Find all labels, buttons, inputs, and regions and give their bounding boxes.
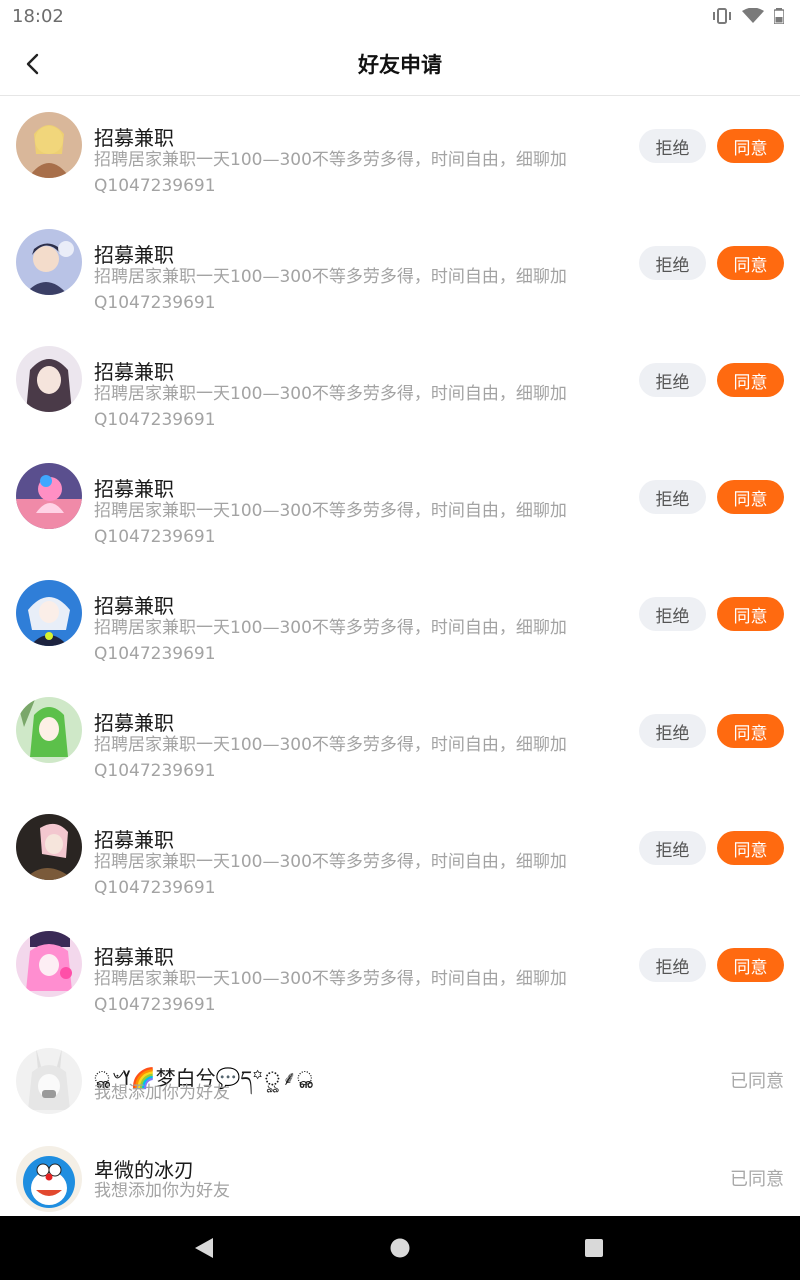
avatar[interactable]	[16, 931, 82, 997]
request-message: 招聘居家兼职一天100—300不等多劳多得，时间自由，细聊加Q104723969…	[94, 618, 567, 664]
chevron-left-icon	[26, 53, 39, 75]
avatar[interactable]	[16, 112, 82, 178]
request-message: 招聘居家兼职一天100—300不等多劳多得，时间自由，细聊加Q104723969…	[94, 735, 567, 781]
status-time: 18:02	[12, 5, 64, 27]
avatar[interactable]	[16, 229, 82, 295]
reject-button[interactable]: 拒绝	[639, 714, 706, 748]
request-message: 我想添加你为好友	[94, 1083, 230, 1103]
request-message: 招聘居家兼职一天100—300不等多劳多得，时间自由，细聊加Q104723969…	[94, 852, 567, 898]
status-bar: 18:02	[0, 0, 800, 32]
reject-button[interactable]: 拒绝	[639, 246, 706, 280]
accept-button[interactable]: 同意	[717, 246, 784, 280]
accept-button[interactable]: 同意	[717, 363, 784, 397]
square-recents-icon	[585, 1239, 603, 1257]
request-message: 招聘居家兼职一天100—300不等多劳多得，时间自由，细聊加Q104723969…	[94, 267, 567, 313]
avatar[interactable]	[16, 580, 82, 646]
friend-request-item: 招募兼职 招聘居家兼职一天100—300不等多劳多得，时间自由，细聊加Q1047…	[0, 447, 800, 564]
friend-request-item: 招募兼职 招聘居家兼职一天100—300不等多劳多得，时间自由，细聊加Q1047…	[0, 213, 800, 330]
page-title: 好友申请	[358, 52, 442, 77]
request-message: 我想添加你为好友	[94, 1181, 230, 1201]
friend-request-item: 招募兼职 招聘居家兼职一天100—300不等多劳多得，时间自由，细聊加Q1047…	[0, 330, 800, 447]
friend-request-item: 招募兼职 招聘居家兼职一天100—300不等多劳多得，时间自由，细聊加Q1047…	[0, 681, 800, 798]
accept-button[interactable]: 同意	[717, 129, 784, 163]
avatar[interactable]	[16, 1146, 82, 1212]
request-message: 招聘居家兼职一天100—300不等多劳多得，时间自由，细聊加Q104723969…	[94, 384, 567, 430]
reject-button[interactable]: 拒绝	[639, 363, 706, 397]
app-header: 好友申请	[0, 32, 800, 96]
request-message: 招聘居家兼职一天100—300不等多劳多得，时间自由，细聊加Q104723969…	[94, 150, 567, 196]
status-icons	[712, 8, 784, 24]
reject-button[interactable]: 拒绝	[639, 129, 706, 163]
reject-button[interactable]: 拒绝	[639, 597, 706, 631]
friend-request-item: 招募兼职 招聘居家兼职一天100—300不等多劳多得，时间自由，细聊加Q1047…	[0, 564, 800, 681]
friend-request-item-accepted: 卑微的冰刃 我想添加你为好友 已同意	[0, 1130, 800, 1216]
friend-request-list: 招募兼职 招聘居家兼职一天100—300不等多劳多得，时间自由，细聊加Q1047…	[0, 96, 800, 1216]
avatar[interactable]	[16, 1048, 82, 1114]
accepted-status: 已同意	[730, 1071, 784, 1092]
request-message: 招聘居家兼职一天100—300不等多劳多得，时间自由，细聊加Q104723969…	[94, 501, 567, 547]
friend-request-item-accepted: ൢ৺ߌ🌈梦白兮💬ད꙳ৣ⸙ൢ 我想添加你为好友 已同意	[0, 1032, 800, 1130]
accepted-status: 已同意	[730, 1169, 784, 1190]
friend-request-item: 招募兼职 招聘居家兼职一天100—300不等多劳多得，时间自由，细聊加Q1047…	[0, 798, 800, 915]
accept-button[interactable]: 同意	[717, 831, 784, 865]
friend-request-item: 招募兼职 招聘居家兼职一天100—300不等多劳多得，时间自由，细聊加Q1047…	[0, 96, 800, 213]
vibrate-icon	[713, 8, 731, 24]
battery-icon	[774, 8, 784, 24]
nav-back-button[interactable]	[190, 1234, 218, 1262]
reject-button[interactable]: 拒绝	[639, 948, 706, 982]
avatar[interactable]	[16, 346, 82, 412]
system-navigation-bar	[0, 1216, 800, 1280]
avatar[interactable]	[16, 697, 82, 763]
friend-request-item: 招募兼职 招聘居家兼职一天100—300不等多劳多得，时间自由，细聊加Q1047…	[0, 915, 800, 1032]
request-message: 招聘居家兼职一天100—300不等多劳多得，时间自由，细聊加Q104723969…	[94, 969, 567, 1015]
accept-button[interactable]: 同意	[717, 597, 784, 631]
avatar[interactable]	[16, 814, 82, 880]
reject-button[interactable]: 拒绝	[639, 480, 706, 514]
accept-button[interactable]: 同意	[717, 948, 784, 982]
nav-recents-button[interactable]	[580, 1234, 608, 1262]
accept-button[interactable]: 同意	[717, 480, 784, 514]
nav-home-button[interactable]	[386, 1234, 414, 1262]
avatar[interactable]	[16, 463, 82, 529]
circle-home-icon	[390, 1238, 410, 1258]
triangle-back-icon	[195, 1238, 213, 1258]
accept-button[interactable]: 同意	[717, 714, 784, 748]
reject-button[interactable]: 拒绝	[639, 831, 706, 865]
wifi-icon	[742, 8, 764, 23]
back-button[interactable]	[14, 46, 50, 82]
